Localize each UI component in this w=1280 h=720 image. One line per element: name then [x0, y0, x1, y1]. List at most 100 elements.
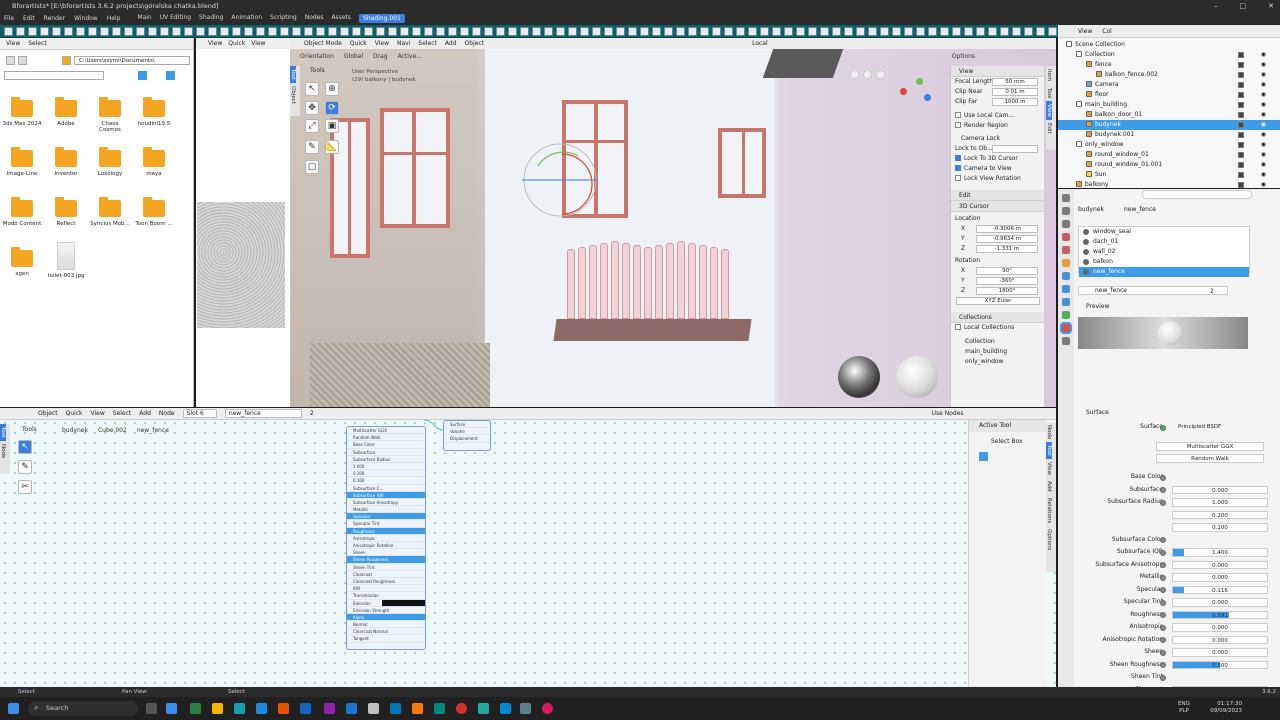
outliner-row[interactable]: round_window_01 ◉	[1058, 150, 1280, 160]
toolbar-button[interactable]	[724, 27, 733, 36]
file-explorer-icon[interactable]	[212, 703, 223, 714]
principled-bsdf-node[interactable]: Multiscatter GGX Random Walk Base Color Sub…	[346, 426, 426, 650]
focal-length-field[interactable]: 50 mm	[992, 78, 1038, 86]
use-local-camera-row[interactable]: Use Local Cam...	[951, 111, 1044, 121]
cursor-rot-x-field[interactable]: 90°	[976, 267, 1038, 275]
toolbar-button[interactable]	[808, 27, 817, 36]
lock-view-rotation-checkbox[interactable]	[955, 175, 961, 181]
language-indicator[interactable]: ENG PLP	[1178, 701, 1190, 715]
task-view-icon[interactable]	[146, 703, 157, 714]
socket-dot-icon[interactable]	[1160, 487, 1166, 493]
app-icon[interactable]	[166, 703, 177, 714]
exclude-checkbox[interactable]	[1238, 162, 1244, 168]
outliner-row[interactable]: Camera ◉	[1058, 80, 1280, 90]
world-props-icon[interactable]	[1062, 246, 1070, 254]
toolbar-button[interactable]	[376, 27, 385, 36]
toolbar-button[interactable]	[688, 27, 697, 36]
thumbnail-view-icon[interactable]	[138, 71, 147, 80]
app-icon[interactable]	[412, 703, 423, 714]
camera-to-view-checkbox[interactable]	[955, 165, 961, 171]
toolbar-button[interactable]	[328, 27, 337, 36]
outliner-row[interactable]: budynek.001 ◉	[1058, 130, 1280, 140]
surface-shader-field[interactable]: Principled BSDF	[1172, 423, 1268, 432]
tab-item[interactable]: Item	[1046, 66, 1052, 85]
outliner-menu-col[interactable]: Col	[1102, 28, 1112, 35]
visibility-eye-icon[interactable]: ◉	[1261, 170, 1266, 180]
toolbar-button[interactable]	[964, 27, 973, 36]
drag-dropdown[interactable]: Drag	[373, 53, 388, 60]
3d-viewport[interactable]: Object Mode Quick View Navi Select Add O…	[290, 38, 1056, 407]
measure-tool-icon[interactable]: 📐	[325, 140, 339, 154]
cursor-loc-y-field[interactable]: -0.9634 m	[976, 235, 1038, 243]
tool-props-icon[interactable]	[1062, 194, 1070, 202]
property-value-field[interactable]: 0.000	[1172, 623, 1268, 632]
vp-menu-view[interactable]: View	[375, 40, 389, 47]
gizmo-z-axis-icon[interactable]	[924, 94, 931, 101]
tab-view[interactable]: View	[1046, 101, 1052, 121]
bsdf-node-row[interactable]: Emission Strength	[347, 607, 425, 614]
toolbar-button[interactable]	[736, 27, 745, 36]
toolbar-button[interactable]	[352, 27, 361, 36]
toolbar-button[interactable]	[652, 27, 661, 36]
toolbar-button[interactable]	[472, 27, 481, 36]
render-region-checkbox[interactable]	[955, 122, 961, 128]
toolbar-button[interactable]	[136, 27, 145, 36]
toolbar-button[interactable]	[112, 27, 121, 36]
toolbar-button[interactable]	[124, 27, 133, 36]
visibility-eye-icon[interactable]: ◉	[1261, 160, 1266, 170]
toolbar-button[interactable]	[364, 27, 373, 36]
toolbar-button[interactable]	[196, 27, 205, 36]
bsdf-node-row[interactable]: Subsurface C...	[347, 485, 425, 492]
menu-render[interactable]: Render	[44, 15, 65, 22]
node-tab-view[interactable]: View	[1046, 459, 1052, 478]
parent-folder-icon[interactable]	[62, 56, 71, 65]
image-menu-view-2[interactable]: View	[251, 40, 265, 47]
particles-props-icon[interactable]	[1062, 285, 1070, 293]
camera-view-icon[interactable]	[876, 70, 885, 79]
property-value-field[interactable]: 0.000	[1172, 648, 1268, 657]
toolbar-button[interactable]	[748, 27, 757, 36]
opera-icon[interactable]	[456, 703, 467, 714]
tab-tool-left[interactable]: Tool	[290, 66, 296, 83]
toolbar-button[interactable]	[232, 27, 241, 36]
toolbar-button[interactable]	[412, 27, 421, 36]
bsdf-node-row[interactable]: Base Color	[347, 441, 425, 449]
bsdf-node-row[interactable]: Subsurface Anisotropy	[347, 499, 425, 507]
camera-lock-subsection[interactable]: Camera Lock	[951, 134, 1044, 144]
bsdf-node-row[interactable]: Normal	[347, 621, 425, 629]
menu-window[interactable]: Window	[74, 15, 98, 22]
render-region-row[interactable]: Render Region	[951, 121, 1044, 131]
node-annotate-tool-icon[interactable]: ✎	[18, 460, 32, 474]
toolbar-button[interactable]	[100, 27, 109, 36]
vp-menu-add[interactable]: Add	[445, 40, 457, 47]
toolbar-button[interactable]	[220, 27, 229, 36]
ne-menu-node[interactable]: Node	[159, 410, 175, 417]
property-value-field[interactable]: 1.000	[1172, 498, 1268, 507]
exclude-checkbox[interactable]	[1238, 62, 1244, 68]
toolbar-button[interactable]	[544, 27, 553, 36]
collection-list-item[interactable]: Collection	[951, 337, 1044, 347]
ne-menu-select[interactable]: Select	[113, 410, 132, 417]
distribution-dropdown[interactable]: Multiscatter GGX	[1156, 442, 1264, 451]
toolbar-button[interactable]	[940, 27, 949, 36]
toolbar-button[interactable]	[508, 27, 517, 36]
surface-section[interactable]: Surface	[1086, 409, 1109, 416]
toolbar-button[interactable]	[868, 27, 877, 36]
node-tab-options[interactable]: Options	[1046, 526, 1052, 553]
toolbar-button[interactable]	[268, 27, 277, 36]
gizmo-x-axis-icon[interactable]	[900, 88, 907, 95]
vp-menu-object[interactable]: Object	[465, 40, 485, 47]
lock-view-rotation-row[interactable]: Lock View Rotation	[951, 174, 1044, 184]
gizmo-y-axis-icon[interactable]	[916, 78, 923, 85]
exclude-checkbox[interactable]	[1238, 172, 1244, 178]
bsdf-node-row[interactable]: 0.200	[347, 470, 425, 478]
outliner-row[interactable]: balkon_fence.002 ◉	[1058, 70, 1280, 80]
toolbar-button[interactable]	[64, 27, 73, 36]
bsdf-node-row[interactable]: Roughness	[347, 527, 425, 535]
material-output-node[interactable]: Surface Volume Displacement	[443, 420, 491, 451]
toolbar-button[interactable]	[988, 27, 997, 36]
toolbar-button[interactable]	[832, 27, 841, 36]
property-value-field[interactable]: 0.000	[1172, 485, 1268, 494]
menu-file[interactable]: File	[4, 15, 14, 22]
bsdf-node-row[interactable]: IOR	[347, 585, 425, 593]
